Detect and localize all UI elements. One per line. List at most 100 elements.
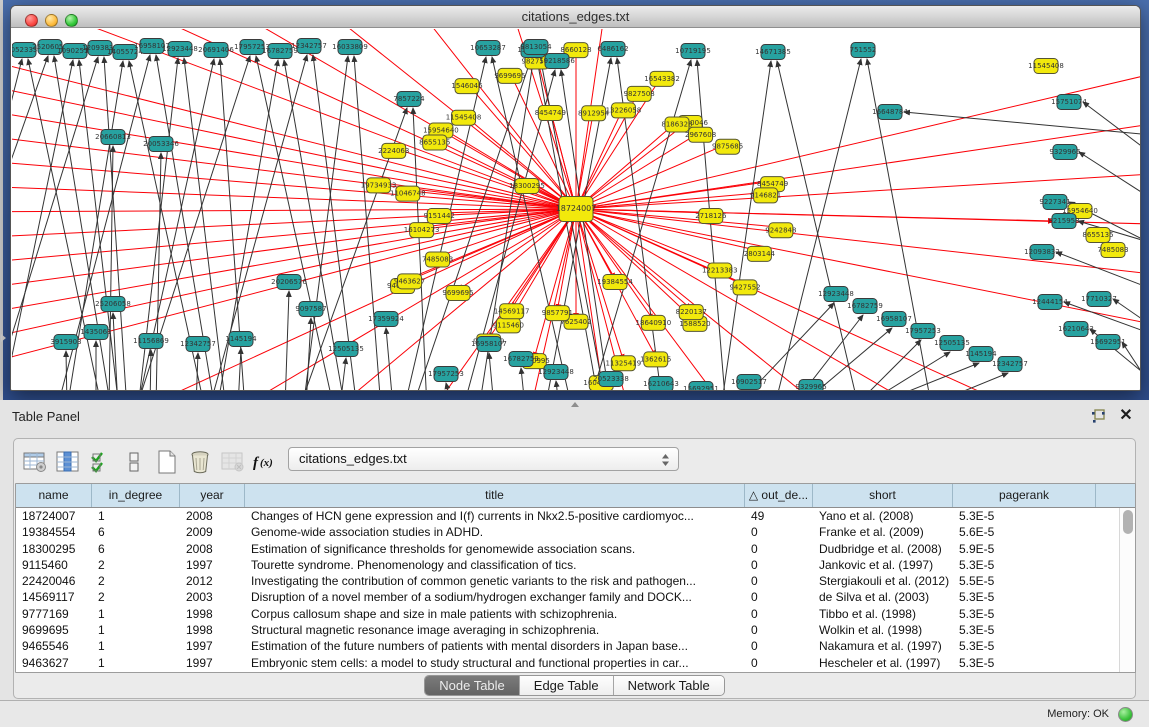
network-node[interactable]: 7485083 — [422, 252, 453, 267]
table-row[interactable]: 2242004622012Investigating the contribut… — [16, 573, 1135, 589]
table-row[interactable]: 1938455462009Genome-wide association stu… — [16, 524, 1135, 540]
network-node[interactable]: 11325419 — [606, 356, 642, 371]
table-row[interactable]: 946554611997Estimation of the future num… — [16, 638, 1135, 654]
network-node[interactable]: 14671385 — [755, 45, 791, 60]
vertical-scrollbar[interactable] — [1119, 508, 1135, 672]
network-node[interactable]: 25206058 — [95, 297, 131, 312]
float-panel-icon[interactable] — [1090, 408, 1107, 425]
show-columns-button[interactable] — [53, 447, 83, 477]
network-node[interactable]: 16210643 — [643, 377, 679, 392]
network-node[interactable]: 12342757 — [992, 357, 1028, 372]
column-header-title[interactable]: title — [245, 484, 745, 507]
table-row[interactable]: 969969511998Structural magnetic resonanc… — [16, 622, 1135, 638]
network-canvas[interactable]: 8660128891295413226058982750816543382224… — [12, 29, 1140, 391]
network-node[interactable]: 10719195 — [675, 44, 711, 59]
network-node[interactable]: 16543382 — [644, 71, 680, 86]
network-node[interactable]: 16033809 — [332, 40, 368, 55]
window-titlebar[interactable]: citations_edges.txt — [11, 6, 1140, 28]
network-node[interactable]: 17710327 — [1081, 292, 1117, 307]
network-node[interactable]: 10902517 — [731, 375, 767, 390]
network-node[interactable]: 2718126 — [695, 209, 727, 224]
select-rows-button[interactable] — [86, 447, 116, 477]
network-node[interactable]: 1435061 — [80, 325, 111, 340]
network-node[interactable]: 12505135 — [934, 336, 970, 351]
citation-network-graph[interactable]: 8660128891295413226058982750816543382224… — [12, 29, 1140, 391]
delete-rows-trash-button[interactable] — [185, 447, 215, 477]
network-node[interactable]: 9827508 — [624, 86, 655, 101]
network-node[interactable]: 19384554 — [597, 275, 633, 290]
table-row[interactable]: 1872400712008Changes of HCN gene express… — [16, 508, 1135, 524]
network-node[interactable]: 17957253 — [428, 367, 464, 382]
network-node[interactable]: 8454749 — [535, 106, 566, 121]
table-row[interactable]: 977716911998Corpus callosum shape and si… — [16, 606, 1135, 622]
network-node[interactable]: 9463627 — [394, 274, 425, 289]
table-row[interactable]: 911546021997Tourette syndrome. Phenomeno… — [16, 557, 1135, 573]
network-node[interactable]: 8655135 — [1082, 228, 1113, 243]
table-row[interactable]: 1830029562008Estimation of significance … — [16, 541, 1135, 557]
network-node[interactable]: 20660813 — [95, 130, 131, 145]
network-node[interactable]: 8813054 — [520, 40, 552, 55]
network-node[interactable]: 18724007 — [556, 197, 597, 222]
row-height-button[interactable] — [119, 447, 149, 477]
close-panel-icon[interactable]: ✕ — [1117, 407, 1135, 425]
network-node[interactable]: 9699695 — [494, 68, 525, 83]
network-node[interactable]: 9242848 — [765, 223, 796, 238]
table-select-dropdown[interactable]: citations_edges.txt — [288, 447, 679, 471]
network-node[interactable]: 9699695 — [442, 286, 473, 301]
network-node[interactable]: 20691406 — [198, 43, 234, 58]
network-node[interactable]: 9329966 — [795, 380, 827, 392]
network-node[interactable]: 9146821 — [750, 188, 781, 203]
network-node[interactable]: 9329966 — [1049, 145, 1081, 160]
network-node[interactable]: 11156869 — [133, 334, 169, 349]
network-node[interactable]: 7485083 — [1097, 243, 1128, 258]
network-node[interactable]: 9097587 — [295, 302, 326, 317]
network-node[interactable]: 8655135 — [419, 135, 450, 150]
column-header-short[interactable]: short — [813, 484, 953, 507]
network-node[interactable]: 12444154 — [1032, 295, 1068, 310]
left-splitter-arrow-icon[interactable] — [1, 334, 6, 342]
network-node[interactable]: 12923448 — [818, 287, 854, 302]
new-table-button[interactable] — [152, 447, 182, 477]
network-node[interactable]: 8220137 — [676, 305, 707, 320]
network-node[interactable]: 15692951 — [683, 382, 719, 392]
network-node[interactable]: 6486162 — [597, 42, 628, 57]
tab-node-table[interactable]: Node Table — [425, 676, 520, 695]
network-node[interactable]: 7857224 — [393, 92, 425, 107]
function-builder-button[interactable]: f(x) — [251, 447, 281, 477]
network-node[interactable]: 9151442 — [424, 209, 455, 224]
network-node[interactable]: 16782759 — [847, 299, 883, 314]
column-header-year[interactable]: year — [180, 484, 245, 507]
network-node[interactable]: 1362615 — [640, 352, 671, 367]
network-node[interactable]: 11545408 — [446, 110, 482, 125]
network-node[interactable]: 9875685 — [712, 139, 743, 154]
network-node[interactable]: 2803144 — [744, 246, 776, 261]
network-node[interactable]: 12342757 — [180, 337, 216, 352]
network-node[interactable]: 12213383 — [702, 263, 738, 278]
network-node[interactable]: 9427552 — [729, 280, 760, 295]
table-row[interactable]: 1456911722003Disruption of a novel membe… — [16, 589, 1135, 605]
network-node[interactable]: 2224063 — [378, 143, 409, 158]
network-node[interactable]: 16958107 — [876, 312, 912, 327]
network-node[interactable]: 9857791 — [542, 306, 573, 321]
network-node[interactable]: 12093832 — [1024, 245, 1060, 260]
table-row[interactable]: 946362711997Embryonic stem cells: a mode… — [16, 655, 1135, 671]
delete-table-button[interactable] — [218, 447, 248, 477]
network-node[interactable]: 1145194 — [225, 332, 257, 347]
network-node[interactable]: 9115460 — [493, 318, 524, 333]
memory-ok-indicator[interactable] — [1118, 707, 1133, 722]
network-node[interactable]: 17957253 — [905, 324, 941, 339]
tab-edge-table[interactable]: Edge Table — [520, 676, 614, 695]
network-view-window[interactable]: citations_edges.txt 86601288912954132260… — [10, 5, 1141, 391]
network-node[interactable]: 2967608 — [685, 127, 716, 142]
network-node[interactable]: 8186328 — [661, 117, 692, 132]
network-node[interactable]: 8215958 — [1048, 214, 1079, 229]
column-header-name[interactable]: name — [16, 484, 92, 507]
column-header-in_degree[interactable]: in_degree — [92, 484, 180, 507]
network-node[interactable]: 3915903 — [50, 335, 81, 350]
column-header-out_de[interactable]: △ out_de... — [745, 484, 813, 507]
network-node[interactable]: 16210643 — [1058, 322, 1094, 337]
scrollbar-thumb[interactable] — [1123, 510, 1133, 534]
network-node[interactable]: 16104273 — [404, 223, 440, 238]
network-node[interactable]: 11545408 — [1028, 59, 1064, 74]
network-node[interactable]: 9227341 — [1039, 195, 1070, 210]
